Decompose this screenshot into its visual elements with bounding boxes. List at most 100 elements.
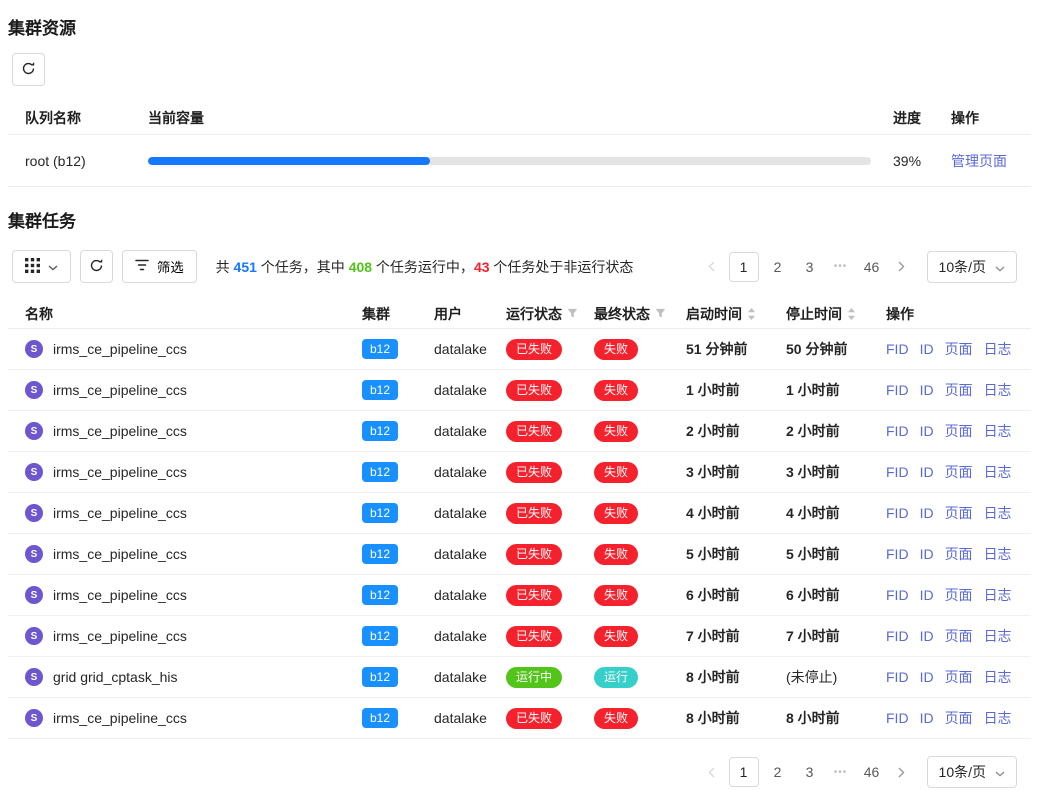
- start-time-header[interactable]: 启动时间: [686, 304, 786, 324]
- queue-name: root (b12): [8, 153, 148, 169]
- log-link[interactable]: 日志: [984, 585, 1012, 605]
- id-link[interactable]: ID: [920, 669, 934, 685]
- stop-time-cell: 2 小时前: [786, 421, 886, 441]
- table-row: Sirms_ce_pipeline_ccs b12 datalake 已失败 失…: [8, 534, 1031, 575]
- log-link[interactable]: 日志: [984, 421, 1012, 441]
- filter-funnel-icon[interactable]: [655, 306, 666, 322]
- filter-button[interactable]: 筛选: [122, 250, 197, 283]
- id-link[interactable]: ID: [920, 587, 934, 603]
- log-link[interactable]: 日志: [984, 503, 1012, 523]
- page-link[interactable]: 页面: [945, 585, 973, 605]
- user-cell: datalake: [434, 382, 506, 398]
- filter-button-label: 筛选: [157, 257, 184, 276]
- id-link[interactable]: ID: [920, 710, 934, 726]
- prev-page-icon[interactable]: [701, 252, 723, 282]
- page-2[interactable]: 2: [765, 252, 791, 282]
- page-46[interactable]: 46: [859, 757, 885, 787]
- id-link[interactable]: ID: [920, 341, 934, 357]
- page-link[interactable]: 页面: [945, 503, 973, 523]
- cluster-resources-title: 集群资源: [0, 0, 1039, 39]
- page-link[interactable]: 页面: [945, 339, 973, 359]
- id-link[interactable]: ID: [920, 382, 934, 398]
- task-name: irms_ce_pipeline_ccs: [53, 382, 187, 398]
- fid-link[interactable]: FID: [886, 464, 909, 480]
- page-ellipsis[interactable]: •••: [829, 261, 853, 272]
- actions-header: 操作: [941, 108, 1031, 128]
- cluster-badge: b12: [362, 667, 398, 687]
- resources-refresh-button[interactable]: [12, 53, 45, 86]
- log-link[interactable]: 日志: [984, 339, 1012, 359]
- capacity-progress-fill: [148, 157, 430, 165]
- page-link[interactable]: 页面: [945, 626, 973, 646]
- id-link[interactable]: ID: [920, 546, 934, 562]
- table-row: Sirms_ce_pipeline_ccs b12 datalake 已失败 失…: [8, 493, 1031, 534]
- page-link[interactable]: 页面: [945, 380, 973, 400]
- running-count: 408: [349, 259, 372, 275]
- page-3[interactable]: 3: [797, 252, 823, 282]
- fid-link[interactable]: FID: [886, 710, 909, 726]
- prev-page-icon[interactable]: [701, 757, 723, 787]
- page-46[interactable]: 46: [859, 252, 885, 282]
- stopped-count: 43: [474, 259, 490, 275]
- page-1[interactable]: 1: [729, 757, 759, 787]
- page-2[interactable]: 2: [765, 757, 791, 787]
- page-link[interactable]: 页面: [945, 708, 973, 728]
- run-status-badge: 已失败: [506, 380, 562, 401]
- page-link[interactable]: 页面: [945, 544, 973, 564]
- queue-name-header: 队列名称: [8, 108, 148, 128]
- log-link[interactable]: 日志: [984, 626, 1012, 646]
- column-settings-button[interactable]: [12, 250, 71, 283]
- page-size-select[interactable]: 10条/页: [927, 756, 1017, 788]
- filter-funnel-icon[interactable]: [567, 306, 578, 322]
- log-link[interactable]: 日志: [984, 544, 1012, 564]
- pagination-top: 1 2 3 ••• 46 10条/页: [701, 251, 1017, 283]
- sorter-icon: [847, 308, 856, 320]
- spark-avatar: S: [25, 422, 43, 440]
- chevron-down-icon: [995, 764, 1005, 780]
- id-link[interactable]: ID: [920, 423, 934, 439]
- next-page-icon[interactable]: [891, 252, 913, 282]
- log-link[interactable]: 日志: [984, 708, 1012, 728]
- final-status-badge: 失败: [594, 585, 638, 606]
- cluster-badge: b12: [362, 462, 398, 482]
- refresh-icon: [89, 258, 104, 276]
- spark-avatar: S: [25, 668, 43, 686]
- page-1[interactable]: 1: [729, 252, 759, 282]
- run-status-badge: 已失败: [506, 626, 562, 647]
- final-status-badge: 失败: [594, 708, 638, 729]
- stop-time-cell: 8 小时前: [786, 708, 886, 728]
- fid-link[interactable]: FID: [886, 669, 909, 685]
- cluster-badge: b12: [362, 421, 398, 441]
- page-link[interactable]: 页面: [945, 667, 973, 687]
- user-cell: datalake: [434, 341, 506, 357]
- page-ellipsis[interactable]: •••: [829, 767, 853, 778]
- fid-link[interactable]: FID: [886, 628, 909, 644]
- id-link[interactable]: ID: [920, 464, 934, 480]
- tasks-refresh-button[interactable]: [80, 250, 113, 283]
- fid-link[interactable]: FID: [886, 546, 909, 562]
- fid-link[interactable]: FID: [886, 382, 909, 398]
- page-link[interactable]: 页面: [945, 462, 973, 482]
- manage-page-link[interactable]: 管理页面: [951, 153, 1007, 169]
- cluster-header: 集群: [362, 304, 434, 324]
- stop-time-header[interactable]: 停止时间: [786, 304, 886, 324]
- id-link[interactable]: ID: [920, 505, 934, 521]
- table-row: Sirms_ce_pipeline_ccs b12 datalake 已失败 失…: [8, 411, 1031, 452]
- table-row: Sirms_ce_pipeline_ccs b12 datalake 已失败 失…: [8, 616, 1031, 657]
- id-link[interactable]: ID: [920, 628, 934, 644]
- page-size-value: 10条/页: [939, 257, 986, 277]
- page-3[interactable]: 3: [797, 757, 823, 787]
- log-link[interactable]: 日志: [984, 462, 1012, 482]
- task-name: irms_ce_pipeline_ccs: [53, 546, 187, 562]
- fid-link[interactable]: FID: [886, 505, 909, 521]
- fid-link[interactable]: FID: [886, 587, 909, 603]
- page-size-select[interactable]: 10条/页: [927, 251, 1017, 283]
- stop-time-cell: 3 小时前: [786, 462, 886, 482]
- log-link[interactable]: 日志: [984, 380, 1012, 400]
- cluster-badge: b12: [362, 626, 398, 646]
- fid-link[interactable]: FID: [886, 423, 909, 439]
- page-link[interactable]: 页面: [945, 421, 973, 441]
- next-page-icon[interactable]: [891, 757, 913, 787]
- fid-link[interactable]: FID: [886, 341, 909, 357]
- log-link[interactable]: 日志: [984, 667, 1012, 687]
